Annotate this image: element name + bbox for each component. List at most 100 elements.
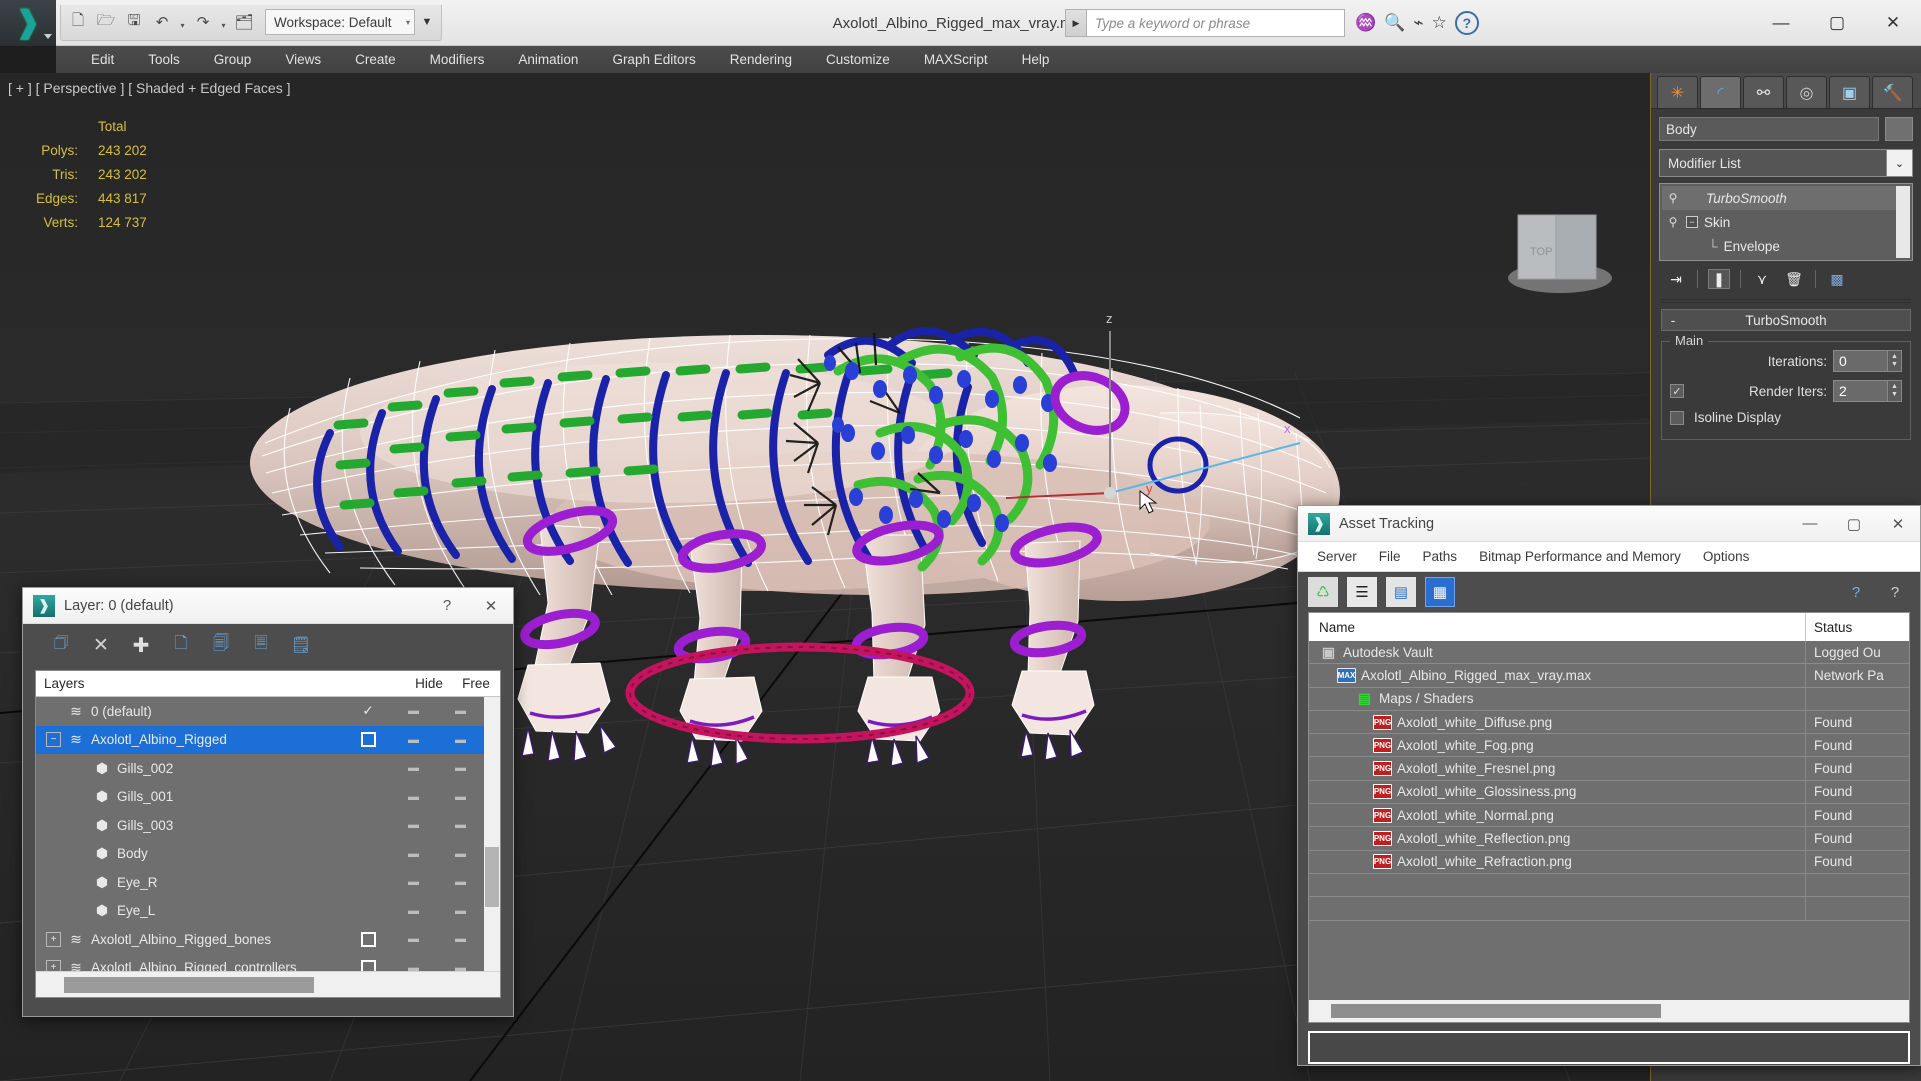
asset-row[interactable]: MAX Axolotl_Albino_Rigged_max_vray.max Net… [1309, 663, 1909, 688]
layer-row[interactable]: ≋ 0 (default) ✓ ▬ ▬ [36, 697, 484, 726]
freeze-cell[interactable]: ▬ [436, 791, 484, 803]
make-unique-icon[interactable]: ⋎ [1751, 269, 1773, 289]
collapse-icon[interactable]: − [1686, 216, 1698, 228]
layer-row[interactable]: ⬢ Gills_003 ▬ ▬ [36, 811, 484, 840]
list-view-icon[interactable]: ☰ [1347, 577, 1377, 607]
asset-row[interactable]: PNG Axolotl_white_Reflection.png Found [1309, 826, 1909, 851]
layer-row[interactable]: + ≋ Axolotl_Albino_Rigged_controllers ▬ ▬ [36, 954, 484, 971]
layer-dialog[interactable]: ❱ Layer: 0 (default) ? ✕ 🗇 ✕ ✚ 🗋 🗐 🗏 🗒 L… [22, 587, 514, 1017]
layer-row[interactable]: ⬢ Eye_R ▬ ▬ [36, 868, 484, 897]
layer-row[interactable]: ⬢ Eye_L ▬ ▬ [36, 897, 484, 926]
freeze-cell[interactable]: ▬ [436, 962, 484, 971]
spinner-arrows-icon[interactable]: ▲ ▼ [1888, 350, 1902, 372]
rollout-header[interactable]: - TurboSmooth [1661, 309, 1911, 331]
close-button[interactable]: ✕ [1876, 506, 1920, 542]
workspace-overflow-button[interactable]: ▼ [417, 9, 437, 35]
asset-row[interactable]: ▣ Autodesk Vault Logged Ou [1309, 640, 1909, 665]
asset-row[interactable]: PNG Axolotl_white_Refraction.png Found [1309, 850, 1909, 874]
asset-menu-server[interactable]: Server [1306, 542, 1368, 572]
layer-toggle-checkbox[interactable] [360, 960, 376, 971]
hierarchy-tab[interactable]: ⚯ [1743, 76, 1784, 108]
motion-tab[interactable]: ◎ [1786, 76, 1827, 108]
layer-row[interactable]: ⬢ Gills_001 ▬ ▬ [36, 783, 484, 812]
hide-cell[interactable]: ▬ [390, 762, 436, 774]
open-file-button[interactable]: 🗁 [93, 9, 119, 35]
create-new-layer-icon[interactable]: 🗇 [49, 633, 73, 657]
workspace-selector[interactable]: Workspace: Default ▾ [265, 9, 415, 35]
app-logo-button[interactable]: ❱ [0, 0, 56, 46]
help-icon[interactable]: ? [1454, 11, 1479, 35]
menu-rendering[interactable]: Rendering [713, 46, 809, 73]
render-iters-value[interactable]: 2 [1833, 380, 1888, 402]
asset-grid[interactable]: Name Status ▣ Autodesk Vault Logged Ou MAX A… [1308, 612, 1910, 1023]
freeze-cell[interactable]: ▬ [436, 705, 484, 717]
redo-button[interactable]: ↷ [190, 9, 216, 35]
lightbulb-icon[interactable]: ⚲ [1666, 191, 1680, 205]
asset-tracking-dialog[interactable]: ❱ Asset Tracking — ▢ ✕ Server File Paths… [1297, 505, 1921, 1066]
menu-maxscript[interactable]: MAXScript [907, 46, 1005, 73]
maximize-button[interactable]: ▢ [1809, 0, 1865, 46]
modifier-stack-item-envelope[interactable]: └ Envelope [1662, 234, 1910, 258]
modify-tab[interactable]: ◜ [1700, 76, 1741, 108]
menu-customize[interactable]: Customize [809, 46, 907, 73]
layer-grid[interactable]: Layers Hide Free ≋ 0 (default) ✓ ▬ ▬ − ≋ Axolot… [35, 670, 501, 998]
modifier-stack-scrollbar[interactable] [1896, 186, 1910, 258]
layer-rows-container[interactable]: ≋ 0 (default) ✓ ▬ ▬ − ≋ Axolotl_Albino_Rigged ▬ ▬… [36, 697, 484, 971]
freeze-cell[interactable]: ▬ [436, 933, 484, 945]
new-scene-button[interactable]: 🗋 [65, 9, 91, 35]
layer-horizontal-scrollbar[interactable] [36, 971, 500, 997]
render-iters-stepper[interactable]: 2 ▲ ▼ [1833, 380, 1902, 402]
asset-menu-bitmap-performance[interactable]: Bitmap Performance and Memory [1468, 542, 1692, 572]
render-iters-checkbox[interactable]: ✓ [1670, 384, 1684, 398]
chevron-down-icon[interactable]: ⌄ [1886, 150, 1912, 176]
freeze-cell[interactable]: ▬ [436, 734, 484, 746]
asset-row[interactable] [1309, 873, 1909, 898]
save-file-button[interactable]: 🖫 [121, 9, 147, 35]
close-button[interactable]: ✕ [1865, 0, 1921, 46]
asset-row[interactable]: PNG Axolotl_white_Diffuse.png Found [1309, 710, 1909, 735]
expand-collapse-icon[interactable]: − [46, 732, 61, 748]
layer-state-cell[interactable]: ✓ [346, 703, 390, 719]
layer-row[interactable]: ⬢ Gills_002 ▬ ▬ [36, 754, 484, 783]
asset-dialog-titlebar[interactable]: ❱ Asset Tracking — ▢ ✕ [1298, 506, 1920, 542]
detail-view-icon[interactable]: ▤ [1386, 577, 1416, 607]
utilities-tab[interactable]: 🔨 [1872, 76, 1913, 108]
layer-row[interactable]: − ≋ Axolotl_Albino_Rigged ▬ ▬ [36, 725, 484, 754]
refresh-icon[interactable]: ♺ [1308, 577, 1338, 607]
layer-vertical-scrollbar[interactable] [484, 697, 500, 971]
asset-row[interactable]: PNG Axolotl_white_Glossiness.png Found [1309, 780, 1909, 805]
object-name-field[interactable]: Body [1659, 117, 1879, 141]
layer-row[interactable]: + ≋ Axolotl_Albino_Rigged_bones ▬ ▬ [36, 925, 484, 954]
menu-group[interactable]: Group [197, 46, 269, 73]
binoculars-icon[interactable]: ♒ [1355, 13, 1376, 33]
set-current-layer-icon[interactable]: 🗏 [249, 633, 273, 657]
modifier-list-dropdown[interactable]: Modifier List ⌄ [1659, 149, 1913, 177]
remove-modifier-icon[interactable]: 🗑 [1783, 269, 1805, 289]
hide-cell[interactable]: ▬ [390, 933, 436, 945]
web-help-icon[interactable]: ? [1841, 577, 1871, 607]
redo-dropdown-icon[interactable]: ▾ [218, 9, 229, 35]
asset-horizontal-scrollbar[interactable] [1309, 1000, 1909, 1022]
menu-animation[interactable]: Animation [501, 46, 595, 73]
hide-cell[interactable]: ▬ [390, 705, 436, 717]
scrollbar-thumb[interactable] [485, 847, 499, 907]
layer-toggle-checkbox[interactable] [360, 931, 376, 947]
freeze-cell[interactable]: ▬ [436, 876, 484, 888]
freeze-cell[interactable]: ▬ [436, 905, 484, 917]
menu-tools[interactable]: Tools [131, 46, 197, 73]
layer-row[interactable]: ⬢ Body ▬ ▬ [36, 840, 484, 869]
asset-row[interactable] [1309, 896, 1909, 921]
help-icon[interactable]: ? [1880, 577, 1910, 607]
spinner-arrows-icon[interactable]: ▲ ▼ [1888, 380, 1902, 402]
search-input[interactable]: Type a keyword or phrase [1087, 9, 1345, 37]
modifier-stack[interactable]: ⚲ TurboSmooth ⚲ − Skin └ Envelope [1659, 183, 1913, 261]
layer-toggle-checkbox[interactable] [360, 732, 376, 748]
project-folder-button[interactable]: 🗂 [231, 9, 257, 35]
modifier-stack-item-turbosmooth[interactable]: ⚲ TurboSmooth [1662, 186, 1910, 210]
scrollbar-thumb[interactable] [64, 977, 314, 993]
close-icon[interactable]: ✕ [469, 588, 513, 624]
layer-state-cell[interactable] [346, 960, 390, 971]
menu-modifiers[interactable]: Modifiers [413, 46, 502, 73]
asset-menu-paths[interactable]: Paths [1412, 542, 1469, 572]
add-layer-icon[interactable]: ✚ [129, 633, 153, 657]
